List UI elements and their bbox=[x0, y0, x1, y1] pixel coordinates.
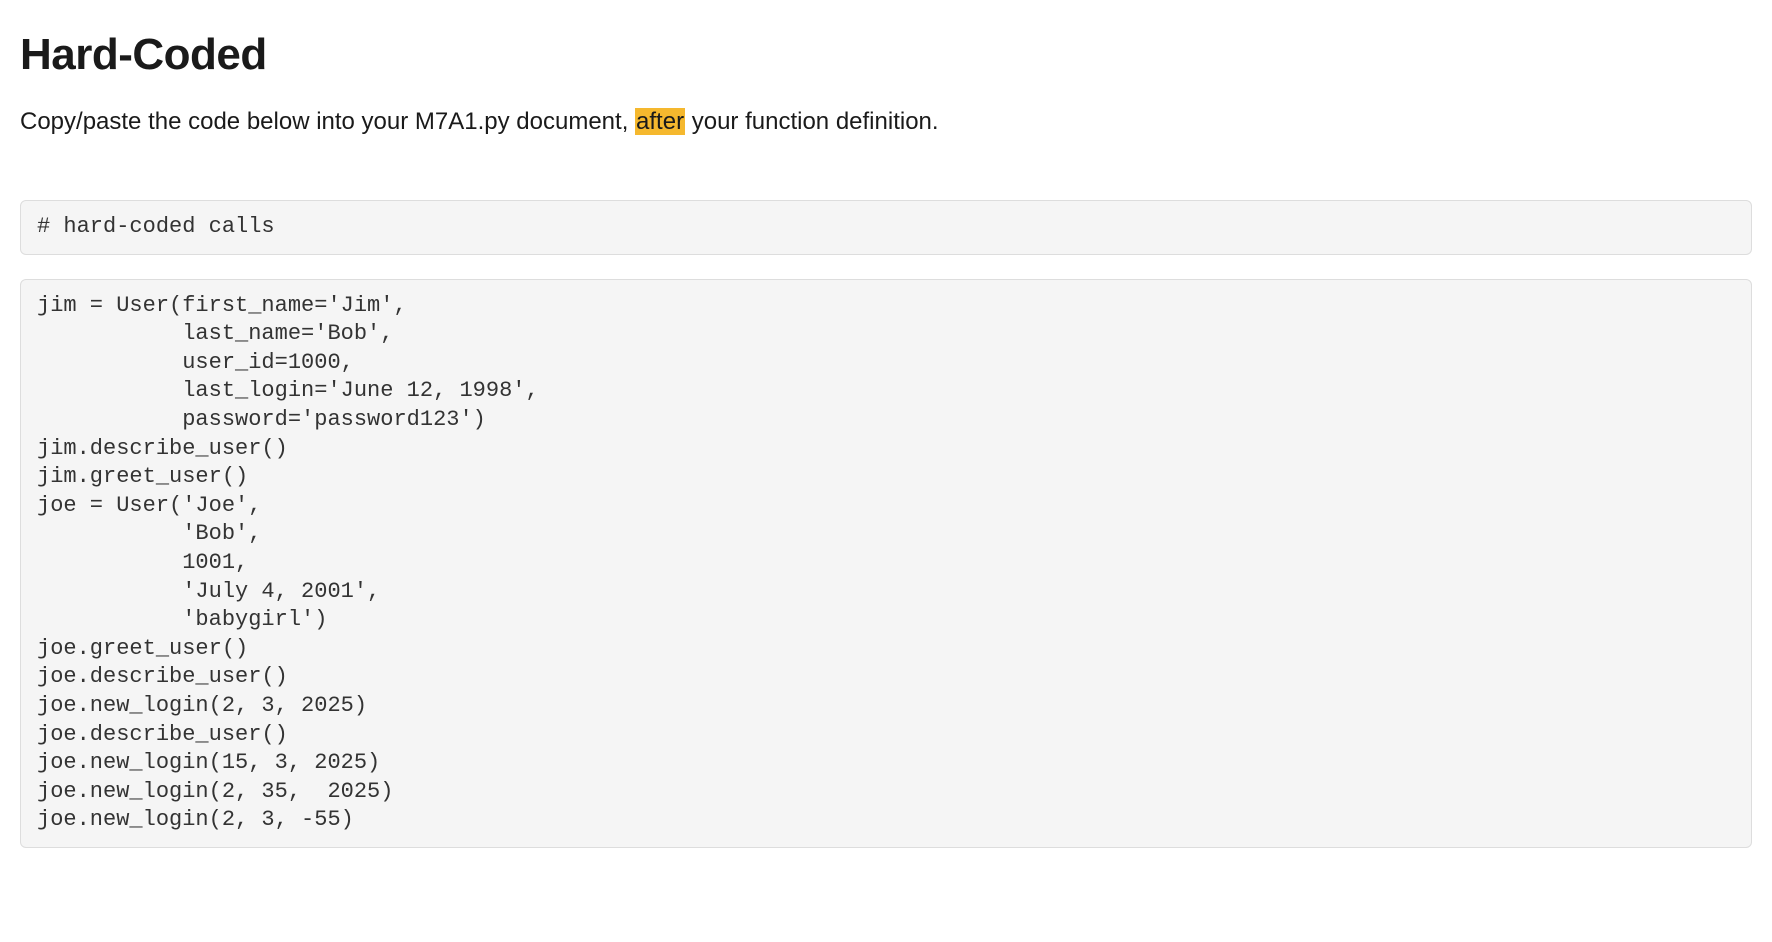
page-heading: Hard-Coded bbox=[20, 30, 1752, 80]
instruction-highlight: after bbox=[635, 108, 685, 135]
instruction-post: your function definition. bbox=[685, 108, 939, 135]
instruction-text: Copy/paste the code below into your M7A1… bbox=[20, 104, 1752, 140]
code-block-comment[interactable]: # hard-coded calls bbox=[20, 200, 1752, 255]
code-block-main[interactable]: jim = User(first_name='Jim', last_name='… bbox=[20, 279, 1752, 848]
instruction-pre: Copy/paste the code below into your M7A1… bbox=[20, 108, 635, 135]
